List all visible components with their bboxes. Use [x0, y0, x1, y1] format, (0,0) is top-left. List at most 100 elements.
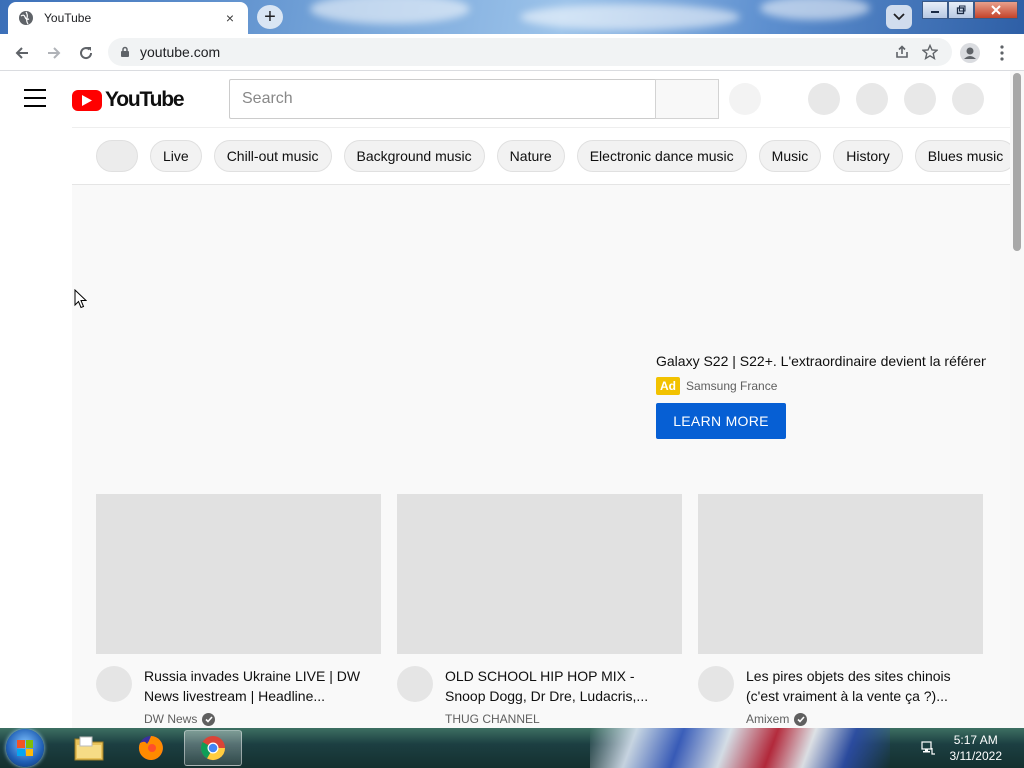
- video-title[interactable]: Russia invades Ukraine LIVE | DW News li…: [144, 666, 374, 706]
- youtube-header: YouTube Search: [0, 71, 1010, 127]
- reload-icon: [80, 47, 93, 60]
- chip-electronic-dance-music[interactable]: Electronic dance music: [576, 140, 747, 172]
- taskbar-firefox[interactable]: [122, 730, 180, 766]
- clock-date: 3/11/2022: [949, 749, 1003, 763]
- close-icon: [991, 5, 1001, 15]
- video-title[interactable]: OLD SCHOOL HIP HOP MIX - Snoop Dogg, Dr …: [445, 666, 675, 706]
- minimize-button[interactable]: [922, 1, 948, 19]
- taskbar-clock[interactable]: 5:17 AM 3/11/2022: [950, 732, 1003, 764]
- learn-more-button[interactable]: LEARN MORE: [656, 403, 786, 439]
- reload-button[interactable]: [74, 41, 98, 65]
- scrollbar-thumb[interactable]: [1013, 73, 1021, 251]
- chips-list: All Live Chill-out music Background musi…: [96, 140, 1010, 172]
- address-bar[interactable]: youtube.com: [108, 38, 952, 66]
- system-tray: 5:17 AM 3/11/2022: [920, 728, 1024, 768]
- video-info: Russia invades Ukraine LIVE | DW News li…: [96, 666, 381, 726]
- video-channel: DW News: [144, 712, 374, 726]
- profile-icon: [960, 43, 980, 63]
- ad-badge: Ad: [656, 377, 680, 395]
- chip-chill-out-music[interactable]: Chill-out music: [213, 140, 332, 172]
- star-icon[interactable]: [922, 44, 938, 60]
- channel-name[interactable]: Amixem: [746, 712, 789, 726]
- channel-name[interactable]: DW News: [144, 712, 197, 726]
- close-tab-icon[interactable]: ×: [222, 10, 238, 26]
- browser-toolbar: youtube.com: [0, 34, 1024, 71]
- page-scrollbar[interactable]: [1010, 71, 1024, 728]
- windows-logo-icon: [17, 740, 33, 756]
- tab-title: YouTube: [44, 11, 92, 25]
- share-icon[interactable]: [894, 44, 910, 60]
- ad-meta: Ad Samsung France: [656, 377, 996, 395]
- apps-button[interactable]: [856, 83, 888, 115]
- video-info: Les pires objets des sites chinois (c'es…: [698, 666, 983, 726]
- channel-avatar[interactable]: [96, 666, 132, 702]
- chip-music[interactable]: Music: [758, 140, 822, 172]
- video-card[interactable]: Les pires objets des sites chinois (c'es…: [698, 494, 983, 726]
- video-feed: Galaxy S22 | S22+. L'extraordinaire devi…: [72, 185, 1010, 728]
- notifications-button[interactable]: [904, 83, 936, 115]
- globe-icon: [18, 10, 34, 26]
- filter-chips-bar: All Live Chill-out music Background musi…: [72, 127, 1010, 185]
- ad-title[interactable]: Galaxy S22 | S22+. L'extraordinaire devi…: [656, 353, 986, 369]
- arrow-left-icon: [15, 47, 28, 59]
- voice-search-button[interactable]: [729, 83, 761, 115]
- back-button[interactable]: [10, 41, 34, 65]
- ad-banner[interactable]: Galaxy S22 | S22+. L'extraordinaire devi…: [656, 353, 996, 439]
- chrome-icon: [200, 736, 225, 761]
- search-button[interactable]: [655, 79, 719, 119]
- start-button[interactable]: [6, 729, 44, 767]
- minimize-icon: [931, 11, 939, 13]
- address-bar-actions: [894, 44, 938, 60]
- verified-check-icon: [202, 712, 216, 726]
- youtube-logo[interactable]: YouTube: [72, 88, 185, 112]
- chevron-down-icon: [893, 13, 905, 21]
- mouse-cursor-icon: [74, 288, 88, 314]
- channel-name[interactable]: THUG CHANNEL: [445, 712, 540, 726]
- video-card[interactable]: Russia invades Ukraine LIVE | DW News li…: [96, 494, 381, 726]
- video-thumbnail[interactable]: [397, 494, 682, 654]
- wallpaper-cloud: [760, 0, 870, 20]
- browser-titlebar: YouTube × +: [0, 0, 1024, 34]
- chip-history[interactable]: History: [833, 140, 903, 172]
- tab-youtube[interactable]: YouTube ×: [8, 2, 248, 34]
- chip-blues-music[interactable]: Blues music: [914, 140, 1010, 172]
- chip-nature[interactable]: Nature: [496, 140, 565, 172]
- video-info: OLD SCHOOL HIP HOP MIX - Snoop Dogg, Dr …: [397, 666, 682, 726]
- channel-avatar[interactable]: [397, 666, 433, 702]
- play-icon: [72, 89, 102, 111]
- account-avatar[interactable]: [952, 83, 984, 115]
- forward-button[interactable]: [42, 41, 66, 65]
- chip-background-music[interactable]: Background music: [343, 140, 485, 172]
- video-card[interactable]: OLD SCHOOL HIP HOP MIX - Snoop Dogg, Dr …: [397, 494, 682, 726]
- window-controls: [922, 1, 1018, 19]
- folder-icon: [74, 736, 104, 761]
- wallpaper-cloud: [310, 0, 470, 24]
- network-icon[interactable]: [920, 740, 936, 756]
- lock-icon: [121, 46, 129, 57]
- browser-menu-button[interactable]: [990, 41, 1014, 65]
- maximize-button[interactable]: [948, 1, 974, 19]
- video-thumbnail[interactable]: [698, 494, 983, 654]
- firefox-icon: [138, 736, 163, 760]
- ad-advertiser: Samsung France: [686, 379, 778, 393]
- wallpaper-cloud: [520, 4, 740, 30]
- channel-avatar[interactable]: [698, 666, 734, 702]
- create-button[interactable]: [808, 83, 840, 115]
- taskbar-chrome[interactable]: [184, 730, 242, 766]
- verified-check-icon: [794, 712, 808, 726]
- search-input[interactable]: Search: [229, 79, 656, 119]
- tab-search-button[interactable]: [886, 5, 912, 29]
- hamburger-menu-icon[interactable]: [24, 89, 46, 107]
- video-title[interactable]: Les pires objets des sites chinois (c'es…: [746, 666, 976, 706]
- restore-icon: [956, 5, 966, 15]
- url-text: youtube.com: [140, 44, 221, 60]
- video-thumbnail[interactable]: [96, 494, 381, 654]
- windows-taskbar: 5:17 AM 3/11/2022: [0, 728, 1024, 768]
- chip-all[interactable]: All: [96, 140, 138, 172]
- new-tab-button[interactable]: +: [257, 5, 283, 29]
- video-channel: THUG CHANNEL: [445, 712, 675, 726]
- chip-live[interactable]: Live: [150, 140, 202, 172]
- close-window-button[interactable]: [974, 1, 1018, 19]
- profile-button[interactable]: [958, 41, 982, 65]
- taskbar-explorer[interactable]: [60, 730, 118, 766]
